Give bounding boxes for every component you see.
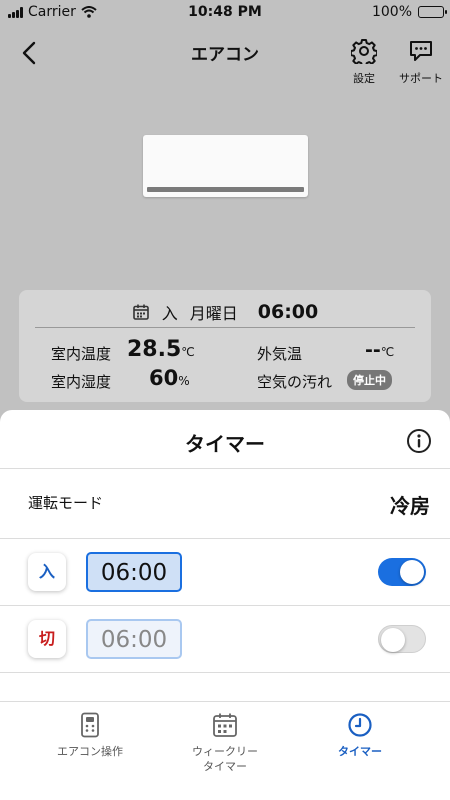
tab-label: エアコン操作 [57, 745, 123, 758]
outdoor-temp-unit: ℃ [380, 345, 395, 359]
divider [0, 468, 450, 469]
on-timer-toggle[interactable] [378, 558, 426, 586]
on-timer-tag: 入 [28, 553, 66, 591]
tab-bar: エアコン操作 ウィークリー タイマー タイマー [0, 701, 450, 800]
off-timer-tag: 切 [28, 620, 66, 658]
gear-icon [351, 39, 377, 64]
calendar-icon [213, 713, 237, 737]
tab-aircon-control[interactable]: エアコン操作 [15, 712, 165, 759]
settings-label: 設定 [353, 72, 375, 85]
next-timer-type: 入 [161, 304, 178, 323]
indoor-humidity-unit: % [178, 374, 190, 388]
mode-label: 運転モード [28, 494, 104, 512]
clock-icon [348, 713, 372, 737]
tab-timer[interactable]: タイマー [285, 712, 435, 759]
outdoor-temp-value: --℃ [365, 339, 395, 361]
divider [0, 605, 450, 606]
outdoor-temp-label: 外気温 [257, 345, 303, 363]
tab-label: タイマー [338, 745, 382, 758]
off-timer-time-input[interactable]: 06:00 [86, 619, 182, 659]
air-dirt-label: 空気の汚れ [257, 373, 333, 391]
support-label: サポート [399, 72, 443, 85]
divider [0, 672, 450, 673]
support-button[interactable]: サポート [392, 38, 450, 86]
sheet-title: タイマー [185, 432, 265, 456]
off-timer-toggle[interactable] [378, 625, 426, 653]
next-timer-weekday: 月曜日 [189, 304, 238, 323]
nav-header: エアコン 設定 サポート [0, 26, 450, 92]
on-timer-time-input[interactable]: 06:00 [86, 552, 182, 592]
aircon-vent [147, 187, 304, 192]
next-timer-row: 入 月曜日 06:00 [19, 296, 431, 328]
remote-icon [81, 712, 99, 738]
settings-button[interactable]: 設定 [343, 38, 385, 86]
next-timer-time: 06:00 [257, 301, 319, 323]
battery-icon [418, 6, 447, 18]
status-card: 入 月曜日 06:00 室内温度 28.5℃ 外気温 --℃ 室内湿度 60% … [19, 290, 431, 402]
card-divider [35, 327, 415, 328]
chat-icon [410, 41, 432, 61]
indoor-humidity-value: 60% [149, 366, 190, 390]
status-badge: 停止中 [347, 370, 392, 390]
calendar-icon [132, 304, 149, 320]
tab-label: ウィークリー タイマー [192, 745, 258, 773]
battery-percent: 100% [371, 4, 412, 20]
mode-value[interactable]: 冷房 [390, 490, 430, 519]
indoor-humidity-label: 室内湿度 [51, 373, 112, 391]
indoor-temp-label: 室内温度 [51, 345, 112, 363]
divider [0, 538, 450, 539]
info-icon[interactable] [406, 428, 432, 454]
aircon-illustration [143, 135, 308, 197]
indoor-temp-unit: ℃ [181, 345, 195, 359]
tab-weekly-timer[interactable]: ウィークリー タイマー [150, 712, 300, 774]
status-bar: Carrier 10:48 PM 100% [0, 0, 450, 26]
indoor-temp-value: 28.5℃ [127, 337, 195, 362]
